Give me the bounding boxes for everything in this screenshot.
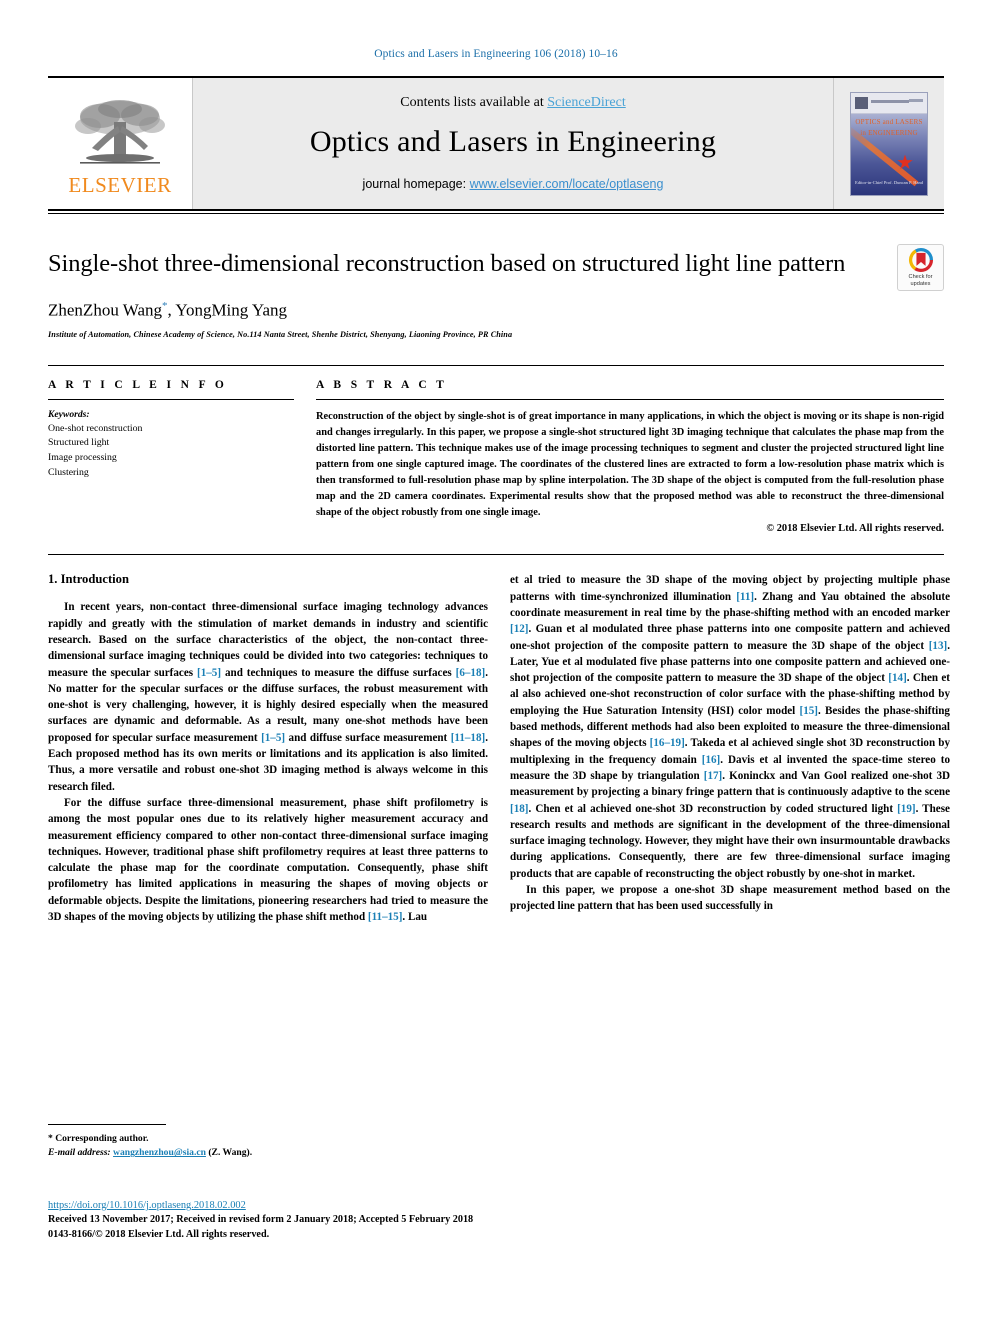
paragraph-text: . Guan et al modulated three phase patte… (510, 623, 950, 652)
body-paragraph: For the diffuse surface three-dimensiona… (48, 795, 488, 925)
keyword-item: Structured light (48, 437, 110, 449)
running-head: Optics and Lasers in Engineering 106 (20… (374, 48, 618, 60)
crossmark-label-line2: updates (910, 281, 931, 287)
doi-link[interactable]: https://doi.org/10.1016/j.optlaseng.2018… (48, 1200, 246, 1211)
contents-prefix: Contents lists available at (400, 94, 548, 110)
journal-cover-thumbnail[interactable]: OPTICS and LASERS in ENGINEERING Editor-… (850, 91, 928, 196)
info-section-top-rule (48, 364, 944, 366)
crossmark-badge[interactable]: Check for updates (897, 244, 944, 291)
citation-link[interactable]: [14] (888, 672, 906, 684)
citation-link[interactable]: [11] (736, 591, 754, 603)
page-footer: https://doi.org/10.1016/j.optlaseng.2018… (48, 1195, 748, 1243)
abstract-text: Reconstruction of the object by single-s… (316, 410, 944, 519)
publisher-logo-cell: ELSEVIER (48, 78, 193, 209)
abstract-column: A B S T R A C T Reconstruction of the ob… (316, 378, 944, 535)
abstract-copyright: © 2018 Elsevier Ltd. All rights reserved… (766, 523, 944, 535)
keywords-list: One-shot reconstruction Structured light… (48, 422, 294, 481)
citation-link[interactable]: [12] (510, 623, 528, 635)
paragraph-text: and techniques to measure the diffuse su… (221, 666, 456, 679)
footnote-block: * Corresponding author. E-mail address: … (48, 1124, 488, 1161)
article-title-block: Check for updates Single-shot three-dime… (48, 244, 944, 339)
keyword-item: Clustering (48, 466, 89, 478)
body-paragraph: et al tried to measure the 3D shape of t… (510, 572, 950, 882)
citation-link[interactable]: [11–15] (368, 911, 403, 923)
citation-link[interactable]: [13] (929, 640, 947, 652)
crossmark-label: Check for updates (909, 274, 933, 288)
cover-elsevier-mark (855, 96, 868, 109)
article-info-heading: A R T I C L E I N F O (48, 378, 228, 391)
citation-link[interactable]: [6–18] (456, 667, 486, 679)
section-heading-introduction: 1. Introduction (48, 572, 129, 587)
author-secondary: , YongMing Yang (167, 300, 288, 320)
author-affiliation: Institute of Automation, Chinese Academy… (48, 329, 513, 339)
email-link[interactable]: wangzhenzhou@sia.cn (113, 1147, 206, 1158)
body-top-rule (48, 554, 944, 556)
citation-link[interactable]: [15] (800, 705, 818, 717)
cover-title-line2: in ENGINEERING (860, 128, 918, 137)
citation-link[interactable]: [18] (510, 803, 528, 815)
author-list: ZhenZhou Wang*, YongMing Yang (48, 300, 944, 321)
page-title: Single-shot three-dimensional reconstruc… (48, 250, 846, 277)
abstract-rule (316, 398, 944, 400)
right-column-paragraphs: et al tried to measure the 3D shape of t… (510, 572, 950, 914)
citation-link[interactable]: [16] (702, 754, 720, 766)
homepage-prefix: journal homepage: (362, 176, 470, 191)
body-column-right: et al tried to measure the 3D shape of t… (510, 572, 950, 925)
citation-link[interactable]: [17] (704, 770, 722, 782)
journal-homepage-link[interactable]: www.elsevier.com/locate/optlaseng (470, 177, 664, 191)
left-column-paragraphs: In recent years, non-contact three-dimen… (48, 599, 488, 925)
info-abstract-row: A R T I C L E I N F O Keywords: One-shot… (48, 378, 944, 535)
corresponding-author-note: * Corresponding author. (48, 1133, 149, 1144)
elsevier-tree-icon (75, 99, 165, 164)
masthead-center: Contents lists available at ScienceDirec… (193, 78, 833, 209)
author-primary: ZhenZhou Wang (48, 300, 162, 320)
body-column-left: 1. Introduction In recent years, non-con… (48, 572, 488, 925)
footnote-rule (48, 1124, 166, 1125)
crossmark-ring-icon (908, 247, 933, 273)
paragraph-text: and diffuse surface measurement (285, 731, 451, 744)
cover-masthead-text (871, 99, 909, 103)
paragraph-text: In this paper, we propose a one-shot 3D … (510, 884, 950, 913)
body-columns: 1. Introduction In recent years, non-con… (48, 572, 950, 925)
email-suffix: (Z. Wang). (208, 1147, 253, 1159)
paragraph-text: . Chen et al achieved one-shot 3D recons… (528, 802, 898, 815)
citation-link[interactable]: [11–18] (451, 732, 486, 744)
journal-homepage-line: journal homepage: www.elsevier.com/locat… (363, 177, 664, 191)
email-label: E-mail address: (48, 1147, 111, 1159)
cover-editor-text: Editor-in-Chief Prof. Duncan P. Hand (855, 179, 923, 185)
issn-copyright-line: 0143-8166/© 2018 Elsevier Ltd. All right… (48, 1228, 270, 1240)
elsevier-wordmark: ELSEVIER (68, 172, 172, 197)
publication-history: Received 13 November 2017; Received in r… (48, 1214, 474, 1225)
crossmark-label-line1: Check for (908, 274, 933, 281)
masthead-cover-cell: OPTICS and LASERS in ENGINEERING Editor-… (833, 78, 944, 209)
body-paragraph: In recent years, non-contact three-dimen… (48, 599, 488, 795)
article-info-column: A R T I C L E I N F O Keywords: One-shot… (48, 379, 316, 535)
masthead-bottom-rule (48, 209, 944, 211)
citation-link[interactable]: [19] (897, 803, 915, 815)
paragraph-text: . Lau (402, 911, 428, 924)
sciencedirect-link[interactable]: ScienceDirect (547, 95, 626, 110)
keyword-item: One-shot reconstruction (48, 422, 143, 434)
citation-link[interactable]: [1–5] (197, 667, 221, 679)
article-info-rule (48, 398, 294, 400)
citation-link[interactable]: [1–5] (261, 732, 285, 744)
abstract-heading: A B S T R A C T (316, 378, 448, 391)
cover-issue-text (909, 98, 923, 102)
body-paragraph: In this paper, we propose a one-shot 3D … (510, 882, 950, 915)
cover-title-line1: OPTICS and LASERS (855, 117, 923, 126)
paragraph-text: For the diffuse surface three-dimensiona… (48, 796, 488, 924)
keyword-item: Image processing (48, 451, 117, 463)
keywords-label: Keywords: (48, 408, 90, 420)
masthead-bottom-rule-thin (48, 213, 944, 214)
email-note: E-mail address: wangzhenzhou@sia.cn (Z. … (48, 1146, 488, 1160)
journal-title: Optics and Lasers in Engineering (309, 124, 717, 158)
journal-masthead: ELSEVIER Contents lists available at Sci… (48, 76, 944, 209)
contents-lists-line: Contents lists available at ScienceDirec… (400, 95, 626, 111)
citation-link[interactable]: [16–19] (650, 737, 685, 749)
